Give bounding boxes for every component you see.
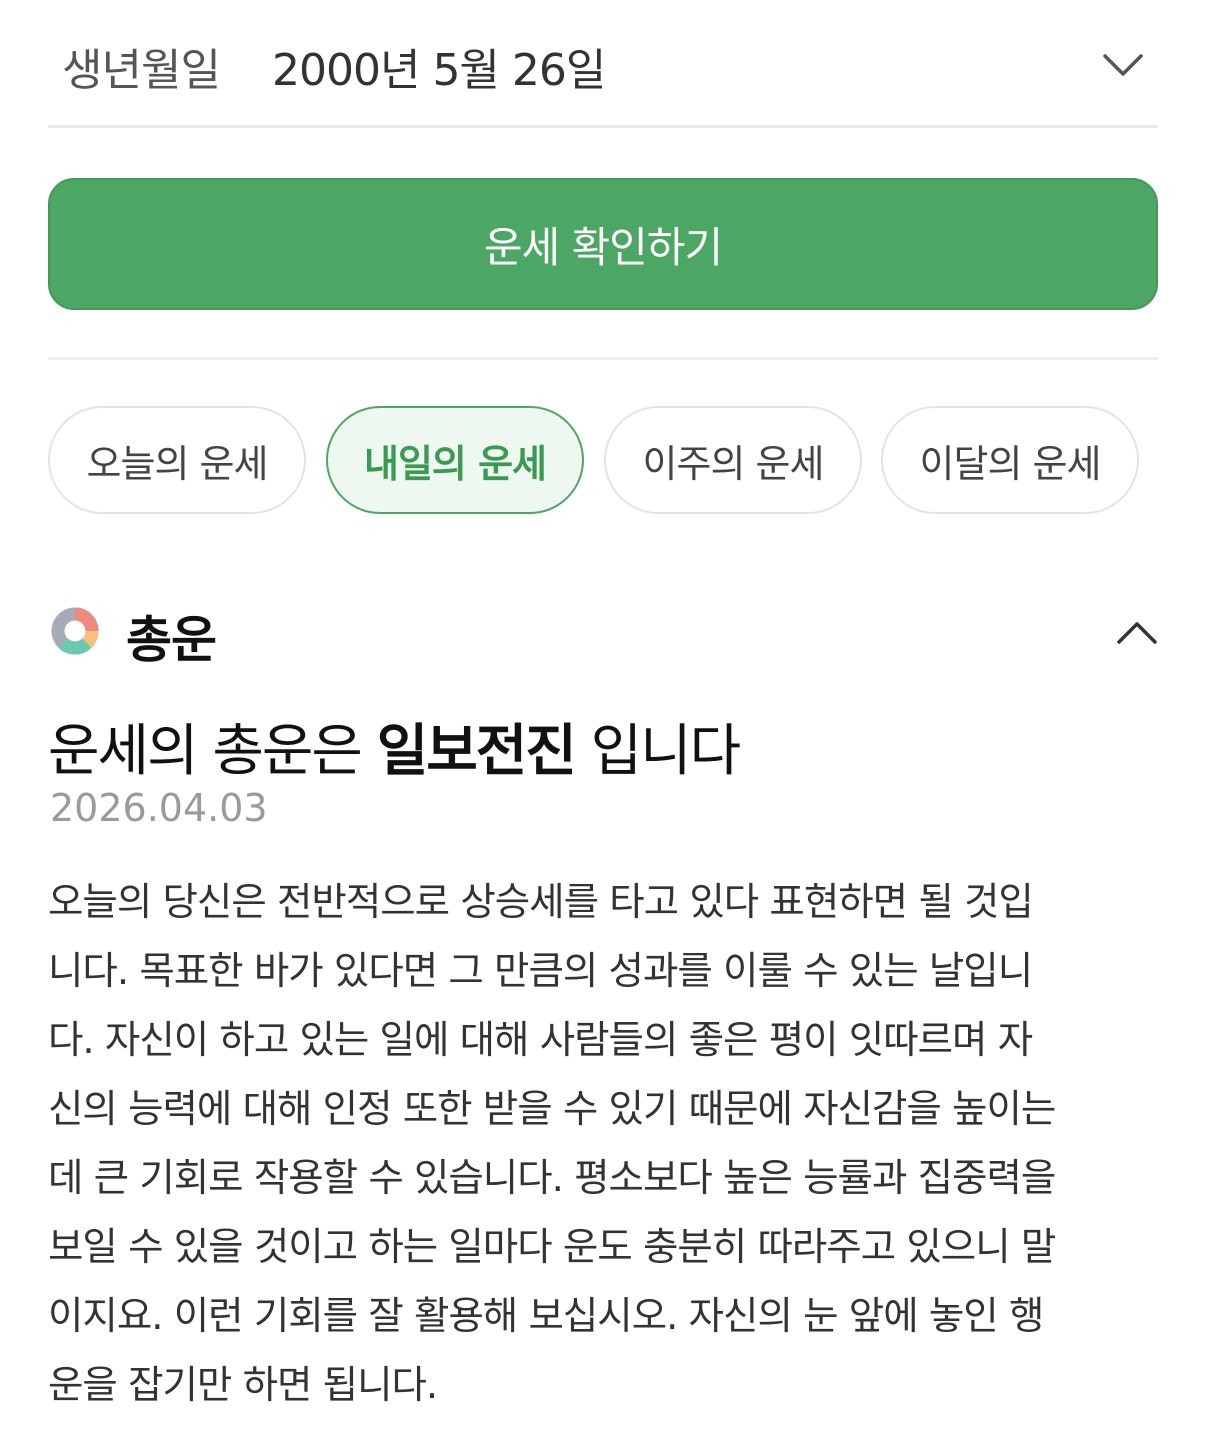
birthdate-selector[interactable]: 생년월일 2000년 5월 26일 bbox=[48, 0, 1158, 128]
fortune-date: 2026.04.03 bbox=[50, 786, 268, 830]
description-line: 데 큰 기회로 작용할 수 있습니다. 평소보다 높은 능률과 집중력을 bbox=[48, 1156, 1056, 1201]
description-line: 신의 능력에 대해 인정 또한 받을 수 있기 때문에 자신감을 높이는 bbox=[48, 1087, 1056, 1132]
birthdate-label: 생년월일 bbox=[62, 45, 221, 96]
headline-prefix: 운세의 총운은 bbox=[48, 719, 363, 784]
divider bbox=[48, 357, 1158, 360]
description-line: 이지요. 이런 기회를 잘 활용해 보십시오. 자신의 눈 앞에 놓인 행 bbox=[48, 1294, 1044, 1339]
tab-tomorrow[interactable]: 내일의 운세 bbox=[326, 406, 584, 514]
description-line: 운을 잡기만 하면 됩니다. bbox=[48, 1363, 438, 1408]
description-line: 니다. 목표한 바가 있다면 그 만큼의 성과를 이룰 수 있는 날입니 bbox=[48, 949, 1033, 994]
description-line: 다. 자신이 하고 있는 일에 대해 사람들의 좋은 평이 잇따르며 자 bbox=[48, 1018, 1033, 1063]
description-line: 오늘의 당신은 전반적으로 상승세를 타고 있다 표현하면 될 것입 bbox=[48, 880, 1034, 925]
fortune-period-tabs: 오늘의 운세 내일의 운세 이주의 운세 이달의 운세 bbox=[48, 406, 1158, 514]
headline-suffix: 입니다 bbox=[590, 719, 742, 784]
tab-today[interactable]: 오늘의 운세 bbox=[48, 406, 306, 514]
section-header[interactable]: 총운 bbox=[48, 590, 1158, 674]
chevron-down-icon[interactable] bbox=[1102, 44, 1144, 86]
check-fortune-button[interactable]: 운세 확인하기 bbox=[48, 178, 1158, 310]
tab-this-week[interactable]: 이주의 운세 bbox=[604, 406, 862, 514]
fortune-headline: 운세의 총운은 일보전진 입니다 bbox=[48, 706, 742, 787]
description-line: 보일 수 있을 것이고 하는 일마다 운도 충분히 따라주고 있으니 말 bbox=[48, 1225, 1056, 1270]
headline-keyword: 일보전진 bbox=[376, 719, 577, 784]
chevron-up-icon[interactable] bbox=[1116, 612, 1158, 654]
section-title: 총운 bbox=[126, 611, 217, 669]
birthdate-value[interactable]: 2000년 5월 26일 bbox=[272, 34, 606, 98]
tab-this-month[interactable]: 이달의 운세 bbox=[881, 406, 1139, 514]
fortune-description: 오늘의 당신은 전반적으로 상승세를 타고 있다 표현하면 될 것입 니다. 목… bbox=[48, 868, 1158, 1420]
donut-chart-icon bbox=[51, 607, 99, 655]
